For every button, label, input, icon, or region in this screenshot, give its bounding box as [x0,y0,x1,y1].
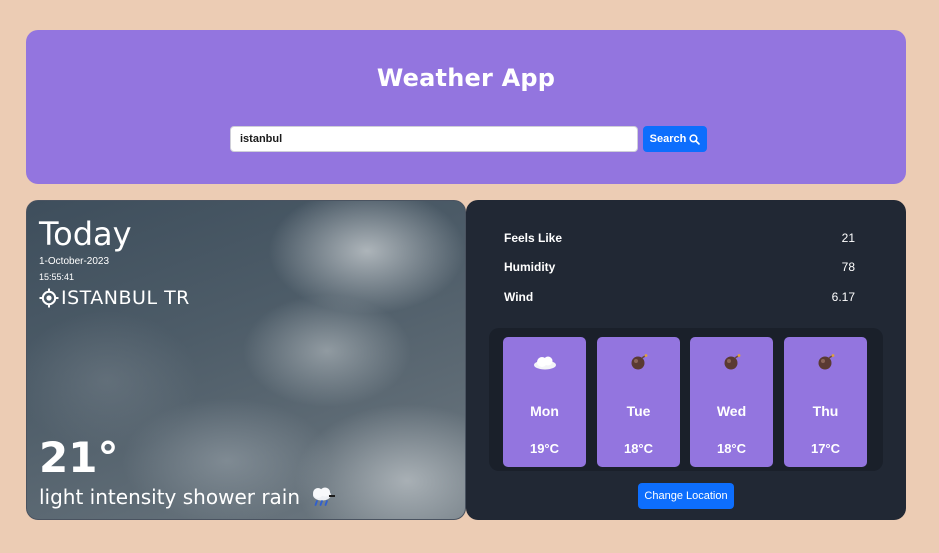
today-weather-card: Today 1-October-2023 15:55:41 ISTANBUL T… [26,200,466,520]
date-text: 1-October-2023 [39,256,110,267]
detail-value: 21 [841,231,855,245]
forecast-temp: 19°C [529,441,560,456]
location-text: ISTANBUL TR [61,287,190,309]
detail-label: Humidity [504,260,556,274]
forecast-card-tue: Tue 18°C [597,337,680,467]
search-icon [689,133,701,145]
forecast-day: Tue [626,403,651,419]
bomb-icon [818,354,834,370]
detail-value: 78 [841,260,855,274]
detail-feels-like: Feels Like 21 [504,231,855,245]
app-title: Weather App [376,64,556,92]
today-label: Today [39,215,132,253]
forecast-card-thu: Thu 17°C [784,337,867,467]
crosshair-location-icon [39,288,59,308]
forecast-temp: 18°C [623,441,654,456]
location: ISTANBUL TR [39,287,190,309]
time-text: 15:55:41 [39,272,75,282]
header-card: Weather App Search [26,30,906,184]
forecast-card-mon: Mon 19°C [503,337,586,467]
forecast-day: Thu [812,403,839,419]
search-input[interactable] [230,126,638,152]
weather-condition: light intensity shower rain [39,485,336,509]
detail-wind: Wind 6.17 [504,290,855,304]
condition-text: light intensity shower rain [39,485,301,509]
search-button[interactable]: Search [643,126,707,152]
details-card: Feels Like 21 Humidity 78 Wind 6.17 Mon … [466,200,906,520]
cloud-icon [533,356,556,370]
forecast-container: Mon 19°C Tue 18°C Wed 18°C Thu 17°C [489,328,883,471]
search-button-label: Search [649,133,687,145]
detail-label: Feels Like [504,231,563,245]
forecast-temp: 17°C [810,441,841,456]
forecast-day: Wed [716,403,747,419]
detail-value: 6.17 [831,290,855,304]
detail-label: Wind [504,290,534,304]
current-temperature: 21° [39,433,119,482]
bomb-icon [631,354,647,370]
forecast-day: Mon [530,403,559,419]
rain-cloud-icon [313,487,336,506]
change-location-button[interactable]: Change Location [638,483,734,509]
detail-humidity: Humidity 78 [504,260,855,274]
bomb-icon [724,354,740,370]
forecast-card-wed: Wed 18°C [690,337,773,467]
forecast-temp: 18°C [716,441,747,456]
